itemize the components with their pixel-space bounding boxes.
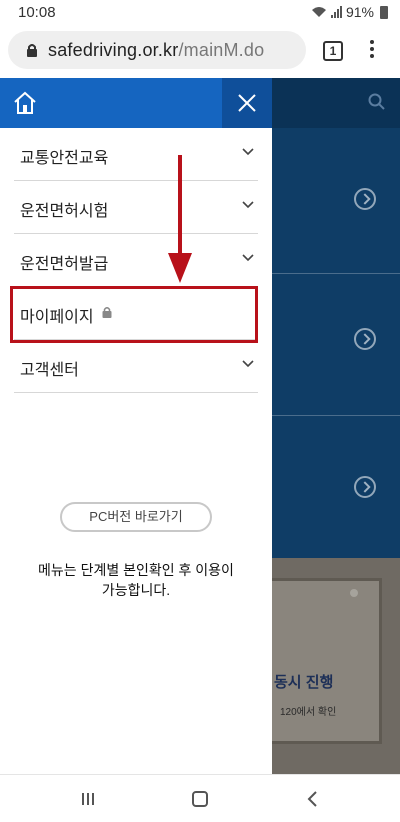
url-domain: safedriving.or.kr xyxy=(48,40,179,60)
signal-icon xyxy=(330,6,342,18)
chevron-down-icon xyxy=(242,148,254,156)
menu-item-label: 운전면허발급 xyxy=(20,256,109,273)
side-menu: 교통안전교육 운전면허시험 운전면허발급 마이페이지 고객센터 PC버전 바로가… xyxy=(0,78,272,774)
menu-item-license-test[interactable]: 운전면허시험 xyxy=(14,181,258,234)
banner-title: 동시 진행 xyxy=(274,674,334,691)
background-header xyxy=(272,78,400,128)
banner-dot-icon xyxy=(350,589,358,597)
status-icons: 91% xyxy=(311,4,388,20)
search-icon[interactable] xyxy=(368,93,386,111)
arrow-right-circle-icon[interactable] xyxy=(354,328,376,350)
battery-percent: 91% xyxy=(345,4,374,20)
menu-item-label: 고객센터 xyxy=(20,362,79,379)
wifi-icon xyxy=(311,7,326,17)
url-text: safedriving.or.kr/mainM.do xyxy=(48,40,264,61)
back-icon[interactable] xyxy=(306,791,318,807)
menu-header xyxy=(0,78,272,128)
background-row xyxy=(272,274,400,416)
address-bar[interactable]: safedriving.or.kr/mainM.do xyxy=(8,31,306,69)
background-banner-area: 동시 진행 120에서 확인 xyxy=(272,558,400,774)
chevron-down-icon xyxy=(242,201,254,209)
background-page: 동시 진행 120에서 확인 xyxy=(272,78,400,774)
background-row xyxy=(272,416,400,558)
background-row xyxy=(272,128,400,274)
pc-version-button[interactable]: PC버전 바로가기 xyxy=(60,502,212,532)
status-bar: 10:08 91% xyxy=(0,0,400,24)
annotation-arrow-icon xyxy=(168,155,192,283)
notice-line: 메뉴는 단계별 본인확인 후 이용이 xyxy=(38,562,234,578)
menu-item-customer-center[interactable]: 고객센터 xyxy=(14,340,258,393)
notice-line: 가능합니다. xyxy=(101,582,171,598)
arrow-right-circle-icon[interactable] xyxy=(354,476,376,498)
battery-icon xyxy=(380,5,388,19)
banner-subtitle: 120에서 확인 xyxy=(280,707,337,718)
tab-switcher-button[interactable]: 1 xyxy=(323,41,343,61)
close-icon xyxy=(238,94,256,112)
browser-toolbar: safedriving.or.kr/mainM.do 1 xyxy=(0,24,400,78)
home-nav-icon[interactable] xyxy=(192,791,208,807)
menu-list: 교통안전교육 운전면허시험 운전면허발급 마이페이지 고객센터 xyxy=(14,128,258,393)
menu-item-traffic-education[interactable]: 교통안전교육 xyxy=(14,128,258,181)
home-icon[interactable] xyxy=(12,90,38,116)
menu-item-label: 교통안전교육 xyxy=(20,150,109,167)
chevron-down-icon xyxy=(242,254,254,262)
menu-item-license-issue[interactable]: 운전면허발급 xyxy=(14,234,258,287)
menu-notice: 메뉴는 단계별 본인확인 후 이용이 가능합니다. xyxy=(0,560,272,600)
highlight-box xyxy=(10,286,258,343)
browser-menu-icon[interactable] xyxy=(366,40,378,62)
status-time: 10:08 xyxy=(18,4,56,21)
close-menu-button[interactable] xyxy=(222,78,272,128)
arrow-right-circle-icon[interactable] xyxy=(354,188,376,210)
menu-item-label: 운전면허시험 xyxy=(20,203,109,220)
secure-lock-icon xyxy=(27,44,37,57)
background-banner[interactable]: 동시 진행 120에서 확인 xyxy=(272,578,382,744)
recent-apps-icon[interactable] xyxy=(80,791,96,807)
url-path: /mainM.do xyxy=(178,40,265,60)
system-nav-bar xyxy=(0,774,400,822)
chevron-down-icon xyxy=(242,360,254,368)
